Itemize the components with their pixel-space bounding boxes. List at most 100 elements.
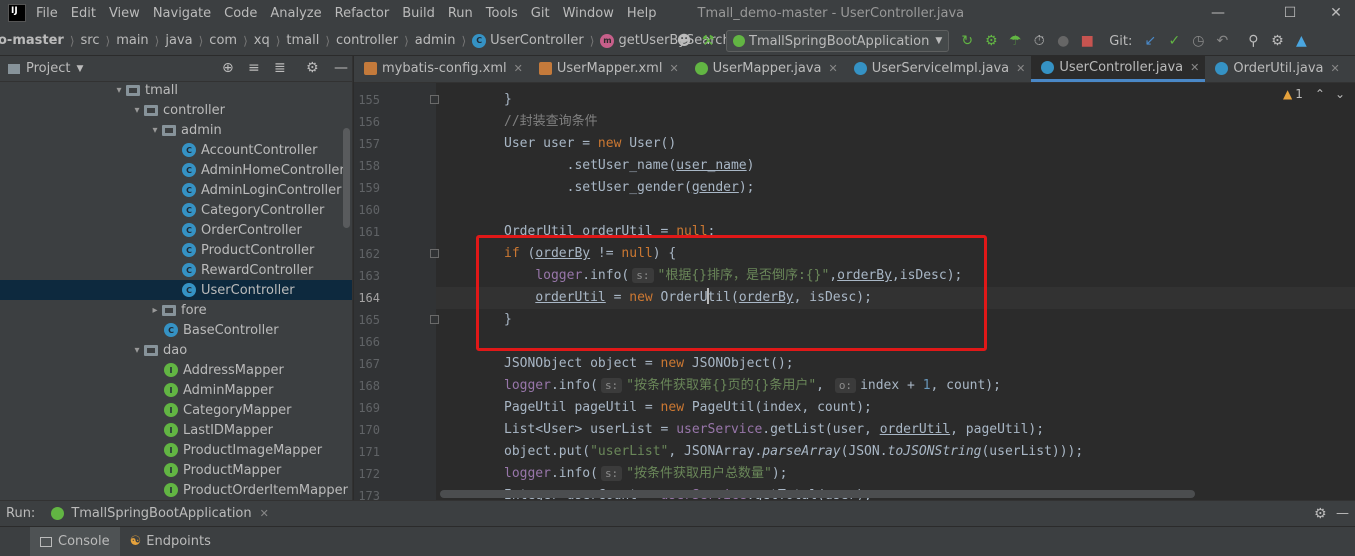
run-config-dropdown[interactable]: TmallSpringBootApplication ▼ [726, 30, 950, 52]
chevron-down-icon[interactable]: ▾ [130, 105, 144, 116]
tree-item[interactable]: C ProductController [0, 240, 352, 260]
tree-item[interactable]: I LastIDMapper [0, 420, 352, 440]
tree-item[interactable]: C AdminHomeController [0, 160, 352, 180]
editor-tab[interactable]: UserController.java ✕ [1031, 56, 1206, 82]
tree-item[interactable]: ▾ dao [0, 340, 352, 360]
chevron-down-icon[interactable]: ▼ [76, 64, 83, 74]
git-update-icon[interactable]: ↙ [1139, 30, 1161, 52]
run-config-tab[interactable]: TmallSpringBootApplication [71, 506, 251, 521]
editor-horizontal-scrollbar[interactable] [440, 490, 1195, 498]
settings-gear-icon[interactable]: ⚙ [1314, 506, 1327, 522]
locate-icon[interactable]: ⊕ [222, 60, 234, 76]
chevron-down-icon[interactable]: ▾ [130, 345, 144, 356]
hide-panel-icon[interactable]: — [334, 60, 348, 76]
tree-item[interactable]: C AccountController [0, 140, 352, 160]
tree-item[interactable]: I CategoryMapper [0, 400, 352, 420]
code-line[interactable]: .setUser_gender(gender); [504, 177, 755, 199]
user-icon[interactable]: ☻ [673, 30, 695, 52]
collapse-all-icon[interactable]: ≣ [274, 60, 286, 76]
plugin-icon[interactable]: ▲ [1290, 30, 1312, 52]
close-icon[interactable]: ✕ [260, 507, 269, 520]
minimize-icon[interactable]: — [1195, 0, 1241, 26]
fold-marker-icon[interactable] [430, 249, 439, 258]
code-line[interactable]: List<User> userList = userService.getLis… [504, 419, 1044, 441]
menu-item[interactable]: Code [224, 6, 257, 21]
profile-icon[interactable]: ⏱ [1028, 30, 1050, 52]
tab-console[interactable]: Console [30, 527, 120, 556]
breadcrumb-item[interactable]: src [81, 33, 100, 48]
code-line[interactable]: logger.info(s: "按条件获取用户总数量"); [504, 463, 788, 485]
editor-tab[interactable]: UserServiceImpl.java ✕ [844, 56, 1032, 82]
code-line[interactable]: User user = new User() [504, 133, 676, 155]
tree-item[interactable]: C RewardController [0, 260, 352, 280]
git-commit-icon[interactable]: ✓ [1163, 30, 1185, 52]
editor-tab[interactable]: UserMapper.xml ✕ [529, 56, 685, 82]
settings-gear-icon[interactable]: ⚙ [1266, 30, 1288, 52]
code-line[interactable]: PageUtil pageUtil = new PageUtil(index, … [504, 397, 872, 419]
breadcrumb-item[interactable]: com [209, 33, 237, 48]
breadcrumb-item[interactable]: java [165, 33, 192, 48]
breadcrumb-item[interactable]: admin [415, 33, 456, 48]
close-tab-icon[interactable]: ✕ [1331, 62, 1340, 75]
menu-item[interactable]: Navigate [153, 6, 211, 21]
stop-icon[interactable]: ■ [1076, 30, 1098, 52]
intellij-logo-icon[interactable]: IJ [8, 4, 26, 22]
breadcrumb-item[interactable]: main [116, 33, 148, 48]
menu-item[interactable]: Refactor [335, 6, 390, 21]
coverage-icon[interactable]: ☂ [1004, 30, 1026, 52]
tree-item[interactable]: C CategoryController [0, 200, 352, 220]
fold-marker-icon[interactable] [430, 95, 439, 104]
tree-item[interactable]: I ProductMapper [0, 460, 352, 480]
code-line[interactable]: JSONObject object = new JSONObject(); [504, 353, 794, 375]
code-line[interactable]: //封装查询条件 [504, 111, 598, 133]
editor-tab[interactable]: UserMapper.java ✕ [685, 56, 844, 82]
chevron-down-icon[interactable]: ▾ [112, 85, 126, 96]
editor-tab[interactable]: mybatis-config.xml ✕ [354, 56, 529, 82]
menu-item[interactable]: Help [627, 6, 657, 21]
rerun-icon[interactable]: ↻ [956, 30, 978, 52]
tree-item[interactable]: C BaseController [0, 320, 352, 340]
menu-item[interactable]: Build [402, 6, 435, 21]
code-line[interactable]: object.put("userList", JSONArray.parseAr… [504, 441, 1083, 463]
close-icon[interactable]: ✕ [1313, 0, 1355, 26]
tree-item[interactable]: ▾ admin [0, 120, 352, 140]
menu-item[interactable]: Analyze [270, 6, 321, 21]
chevron-down-icon[interactable]: ▾ [148, 125, 162, 136]
close-tab-icon[interactable]: ✕ [514, 62, 523, 75]
tree-item[interactable]: I ProductImageMapper [0, 440, 352, 460]
close-tab-icon[interactable]: ✕ [829, 62, 838, 75]
breadcrumb-item[interactable]: controller [336, 33, 398, 48]
expand-all-icon[interactable]: ≡ [248, 60, 260, 76]
menu-item[interactable]: Window [563, 6, 614, 21]
close-tab-icon[interactable]: ✕ [1016, 62, 1025, 75]
breadcrumb-item[interactable]: xq [254, 33, 270, 48]
code-line[interactable]: } [504, 89, 512, 111]
menu-item[interactable]: Edit [71, 6, 96, 21]
menu-item[interactable]: File [36, 6, 58, 21]
git-rollback-icon[interactable]: ↶ [1211, 30, 1233, 52]
close-tab-icon[interactable]: ✕ [669, 62, 678, 75]
maximize-icon[interactable]: ☐ [1267, 0, 1313, 26]
breadcrumb-item[interactable]: tmall [286, 33, 319, 48]
menu-item[interactable]: Tools [486, 6, 518, 21]
tree-item[interactable]: C AdminLoginController [0, 180, 352, 200]
git-history-icon[interactable]: ◷ [1187, 30, 1209, 52]
settings-gear-icon[interactable]: ⚙ [306, 60, 319, 76]
tree-item[interactable]: I AdminMapper [0, 380, 352, 400]
code-line[interactable]: logger.info(s: "按条件获取第{}页的{}条用户", o: index… [504, 375, 1001, 397]
tab-endpoints[interactable]: ☯ Endpoints [120, 527, 221, 556]
menu-item[interactable]: Run [448, 6, 473, 21]
search-icon[interactable]: ⚲ [1242, 30, 1264, 52]
fold-marker-icon[interactable] [430, 315, 439, 324]
close-tab-icon[interactable]: ✕ [1190, 61, 1199, 74]
breadcrumb-item[interactable]: C UserController [472, 33, 584, 48]
editor-tab[interactable]: OrderUtil.java ✕ [1205, 56, 1345, 82]
menu-item[interactable]: View [109, 6, 140, 21]
tree-item[interactable]: ▾ tmall [0, 80, 352, 100]
menu-item[interactable]: Git [531, 6, 550, 21]
chevron-right-icon[interactable]: ▸ [148, 305, 162, 316]
attach-icon[interactable]: ● [1052, 30, 1074, 52]
tree-item[interactable]: ▾ controller [0, 100, 352, 120]
build-hammer-icon[interactable]: ⚒ [697, 30, 719, 52]
code-line[interactable]: .setUser_name(user_name) [504, 155, 755, 177]
